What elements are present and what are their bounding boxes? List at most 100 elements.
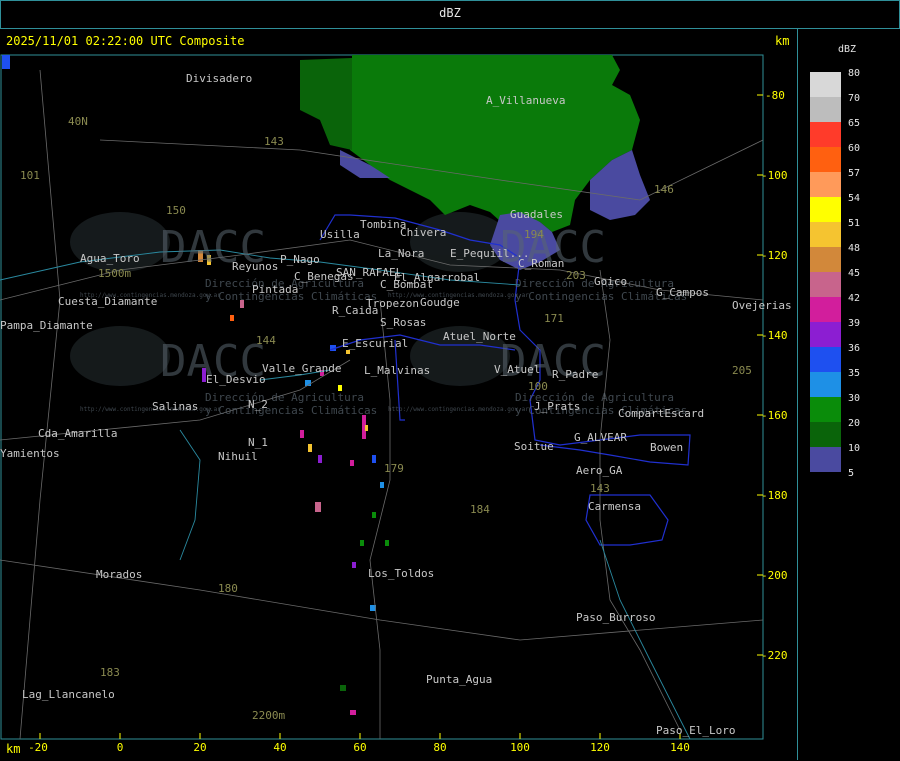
legend-level-label: 30 <box>848 393 861 404</box>
place-label: CompartEscard <box>618 407 704 420</box>
legend-swatch <box>810 422 841 447</box>
product-title: dBZ <box>439 6 461 20</box>
y-tick-label: -200 <box>761 569 788 582</box>
place-label: 150 <box>166 204 186 217</box>
legend-level-label: 42 <box>848 293 861 304</box>
legend-swatch <box>810 147 841 172</box>
place-label: Pampa_Diamante <box>0 319 93 332</box>
place-label: Chivera <box>400 226 446 239</box>
legend-level-label: 65 <box>848 118 861 129</box>
place-label: Punta_Agua <box>426 673 492 686</box>
place-label: Aero_GA <box>576 464 623 477</box>
legend-swatch <box>810 72 841 97</box>
place-label: Yamientos <box>0 447 60 460</box>
place-label: Divisadero <box>186 72 252 85</box>
legend-level-label: 10 <box>848 443 861 454</box>
place-label: Paso_Burroso <box>576 611 655 624</box>
place-label: 40N <box>68 115 88 128</box>
legend-swatch <box>810 447 841 472</box>
legend-swatch <box>810 97 841 122</box>
place-label: 183 <box>100 666 120 679</box>
place-label: 194 <box>524 228 544 241</box>
legend-level-label: 48 <box>848 243 861 254</box>
place-label: 100 <box>528 380 548 393</box>
x-tick-label: 0 <box>117 741 124 754</box>
place-label: 144 <box>256 334 276 347</box>
place-label: S_Rosas <box>380 316 426 329</box>
place-label: Goico <box>594 275 627 288</box>
legend-swatch <box>810 347 841 372</box>
place-label: C_Benegas <box>294 270 354 283</box>
place-label: 180 <box>218 582 238 595</box>
place-label: 143 <box>590 482 610 495</box>
legend-level-label: 54 <box>848 193 861 204</box>
place-label: N_1 <box>248 436 268 449</box>
legend-color-scale <box>810 72 841 472</box>
place-label: Salinas <box>152 400 198 413</box>
legend-level-label: 5 <box>848 468 855 479</box>
x-tick-label: 40 <box>273 741 286 754</box>
y-tick-label: -180 <box>761 489 788 502</box>
place-label: A_Villanueva <box>486 94 565 107</box>
place-label: 203 <box>566 269 586 282</box>
x-axis-unit: km <box>6 742 21 756</box>
place-label: Reyunos <box>232 260 278 273</box>
y-tick-label: -80 <box>765 89 785 102</box>
place-label: C_Bombal <box>380 278 433 291</box>
place-label: El_Desvio <box>206 373 266 386</box>
y-axis-labels: -80 -100 -120 -140 -160 -180 -200 -220 <box>761 89 788 662</box>
place-label: Morados <box>96 568 142 581</box>
y-tick-label: -140 <box>761 329 788 342</box>
legend-level-label: 80 <box>848 68 861 79</box>
y-axis-unit: km <box>775 34 790 48</box>
place-label: Agua_Toro <box>80 252 140 265</box>
place-label: 184 <box>470 503 490 516</box>
legend-title: dBZ <box>838 44 857 55</box>
x-tick-label: 120 <box>590 741 610 754</box>
svg-text:http://www.contingencias.mendo: http://www.contingencias.mendoza.gov.ar <box>80 406 221 413</box>
place-label: E_Escurial <box>342 337 408 350</box>
legend-swatch <box>810 272 841 297</box>
place-label: Ovejerias <box>732 299 792 312</box>
legend-level-label: 36 <box>848 343 861 354</box>
place-label: 205 <box>732 364 752 377</box>
place-label: Paso_El_Loro <box>656 724 735 737</box>
place-label: Valle_Grande <box>262 362 341 375</box>
legend-swatch <box>810 297 841 322</box>
place-label: Atuel_Norte <box>443 330 516 343</box>
place-label: P_Nago <box>280 253 320 266</box>
legend-level-label: 60 <box>848 143 861 154</box>
place-label: Cda_Amarilla <box>38 427 117 440</box>
place-label: Nihuil <box>218 450 258 463</box>
x-tick-label: 20 <box>193 741 206 754</box>
x-tick-label: 80 <box>433 741 446 754</box>
legend-swatch <box>810 372 841 397</box>
legend-swatch <box>810 222 841 247</box>
place-label: Usilla <box>320 228 360 241</box>
legend-swatch <box>810 322 841 347</box>
x-tick-label: 60 <box>353 741 366 754</box>
legend-swatch <box>810 122 841 147</box>
legend-level-label: 70 <box>848 93 861 104</box>
radar-map[interactable]: -20 0 20 40 60 80 100 120 140 -80 -100 -… <box>0 28 797 760</box>
place-label: Pintada <box>252 283 298 296</box>
place-label: J_Prats <box>534 400 580 413</box>
legend-swatch <box>810 172 841 197</box>
x-axis-labels: -20 0 20 40 60 80 100 120 140 <box>28 741 690 754</box>
place-label: N_2 <box>248 398 268 411</box>
place-label: Guadales <box>510 208 563 221</box>
y-tick-label: -160 <box>761 409 788 422</box>
place-label: Goudge <box>420 296 460 309</box>
place-label: 1500m <box>98 267 131 280</box>
legend-level-label: 57 <box>848 168 861 179</box>
place-label: Los_Toldos <box>368 567 434 580</box>
place-label: 101 <box>20 169 40 182</box>
legend-level-label: 35 <box>848 368 861 379</box>
svg-text:y Contingencias Climáticas: y Contingencias Climáticas <box>205 404 377 417</box>
place-label: Soitue <box>514 440 554 453</box>
place-label: L_Malvinas <box>364 364 430 377</box>
place-label: G_ALVEAR <box>574 431 627 444</box>
place-label: Carmensa <box>588 500 641 513</box>
y-tick-label: -220 <box>761 649 788 662</box>
place-label: V_Atuel <box>494 363 540 376</box>
